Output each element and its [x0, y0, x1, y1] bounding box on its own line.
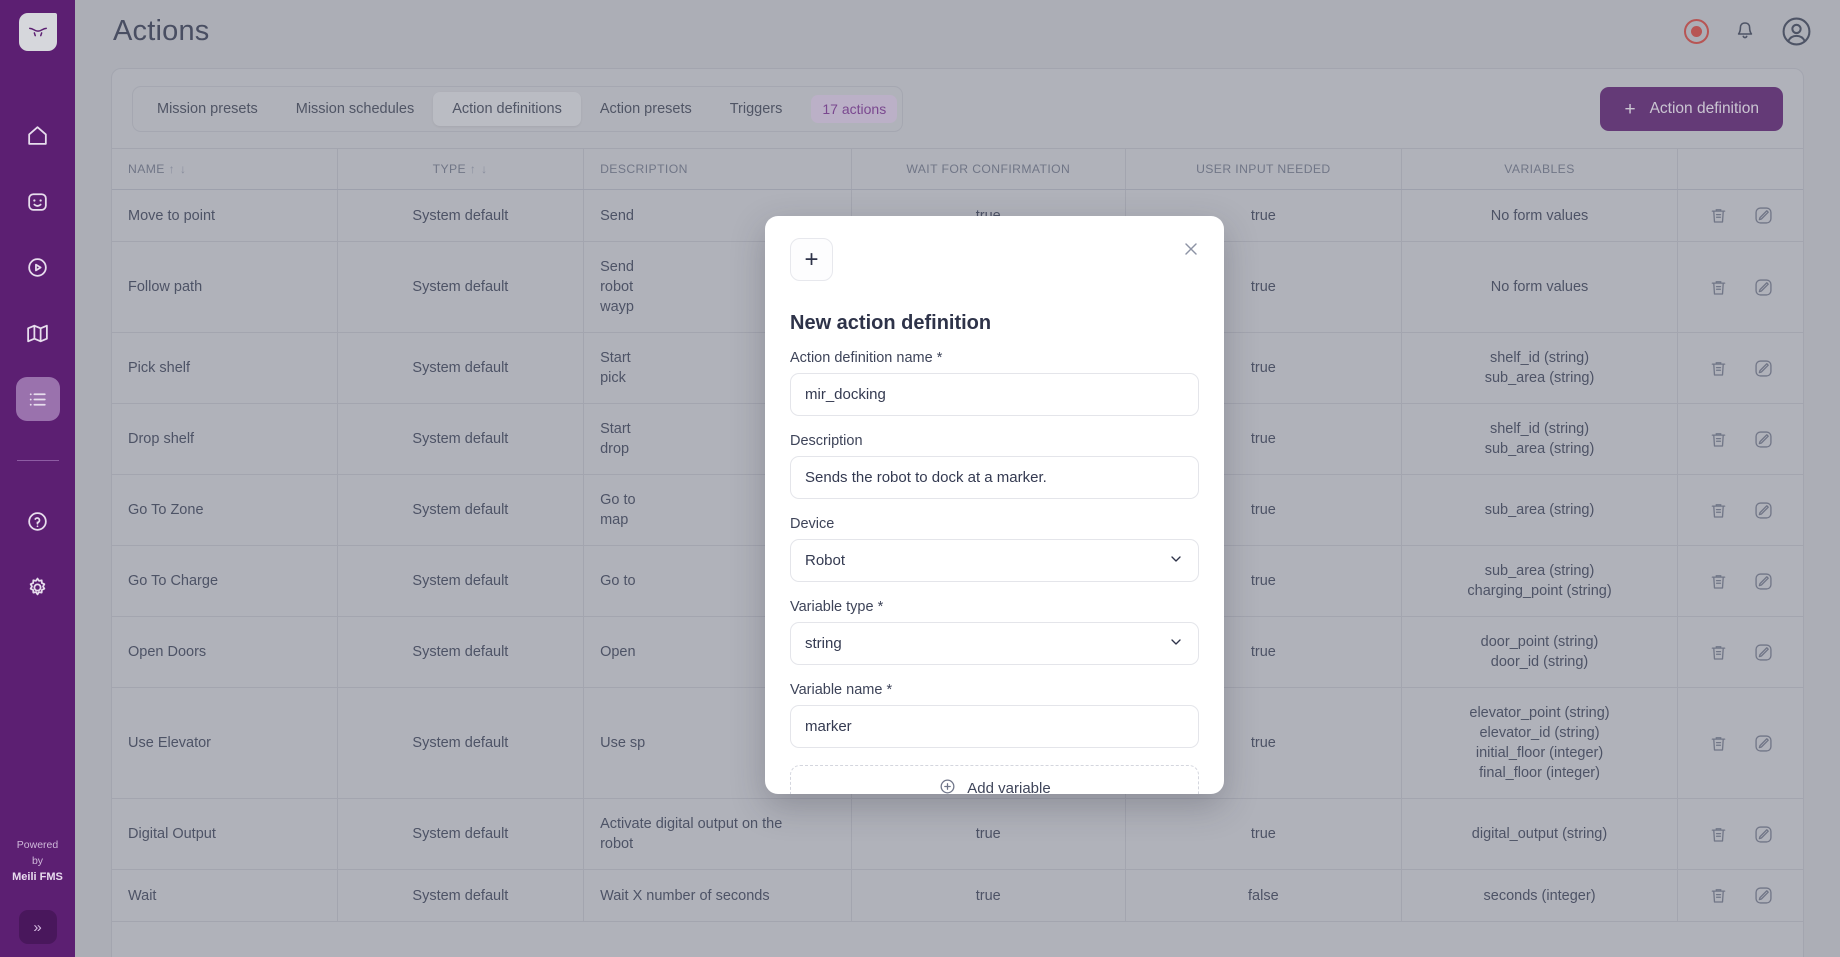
app-root: Powered by Meili FMS » Actions Mission p… [0, 0, 1840, 957]
field-label-device: Device [790, 516, 835, 532]
modal-body: input+ New action definition Action defi… [765, 216, 1224, 794]
help-circle-icon [28, 511, 47, 531]
meili-logo-icon[interactable] [18, 13, 57, 51]
variable-name-input[interactable]: marker [790, 705, 1199, 748]
field-label-variable-type: Variable type * [790, 599, 884, 615]
variable-type-select[interactable]: string [790, 622, 1199, 665]
description-input[interactable]: Sends the robot to dock at a marker. [790, 456, 1199, 499]
chevron-right-double-icon: » [33, 918, 42, 936]
plus-circle-icon [938, 777, 957, 795]
field-label-action-definition-name: Action definition name * [790, 350, 943, 366]
robot-face-icon [28, 192, 47, 211]
sidebar-item-missions[interactable] [16, 245, 60, 289]
sidebar-item-actions[interactable] [15, 377, 60, 421]
sidebar-item-home[interactable] [16, 113, 60, 157]
add-variable-button[interactable]: Add variable [790, 765, 1199, 794]
device-select[interactable]: Robot [790, 539, 1199, 582]
modal-close-button[interactable] [1178, 236, 1204, 262]
new-action-definition-modal: input+ New action definition Action defi… [765, 216, 1224, 794]
chevron-down-icon [1168, 551, 1184, 571]
sidebar-item-settings[interactable] [16, 565, 60, 609]
action-definition-name-input[interactable]: mir_docking [790, 373, 1199, 416]
sidebar-item-maps[interactable] [16, 311, 60, 355]
sidebar-divider [16, 460, 59, 461]
chevron-down-icon [1168, 634, 1184, 654]
main-area: Actions Mission presets Mission schedule… [75, 0, 1840, 957]
sidebar-item-robots[interactable] [16, 179, 60, 223]
modal-plus-button[interactable]: input+ [790, 238, 833, 281]
field-label-description: Description [790, 433, 863, 449]
home-icon [28, 125, 47, 145]
play-circle-icon [28, 257, 47, 277]
powered-line-1: Powered [16, 839, 59, 851]
field-label-variable-name: Variable name * [790, 682, 893, 698]
gear-icon [29, 577, 46, 595]
modal-title: New action definition [790, 312, 992, 334]
variable-type-select-value: string [805, 635, 842, 652]
close-icon [1185, 243, 1197, 255]
sidebar: Powered by Meili FMS » [0, 0, 75, 957]
map-icon [27, 324, 48, 342]
powered-brand: Meili FMS [12, 871, 63, 883]
powered-by-label: Powered by Meili FMS [0, 837, 75, 885]
sidebar-item-help[interactable] [16, 499, 60, 543]
list-icon [29, 392, 46, 406]
powered-line-2: by [31, 855, 44, 867]
device-select-value: Robot [805, 552, 846, 569]
sidebar-collapse-button[interactable]: » [18, 910, 57, 944]
add-variable-label: Add variable [967, 779, 1051, 795]
sidebar-nav [15, 113, 60, 609]
